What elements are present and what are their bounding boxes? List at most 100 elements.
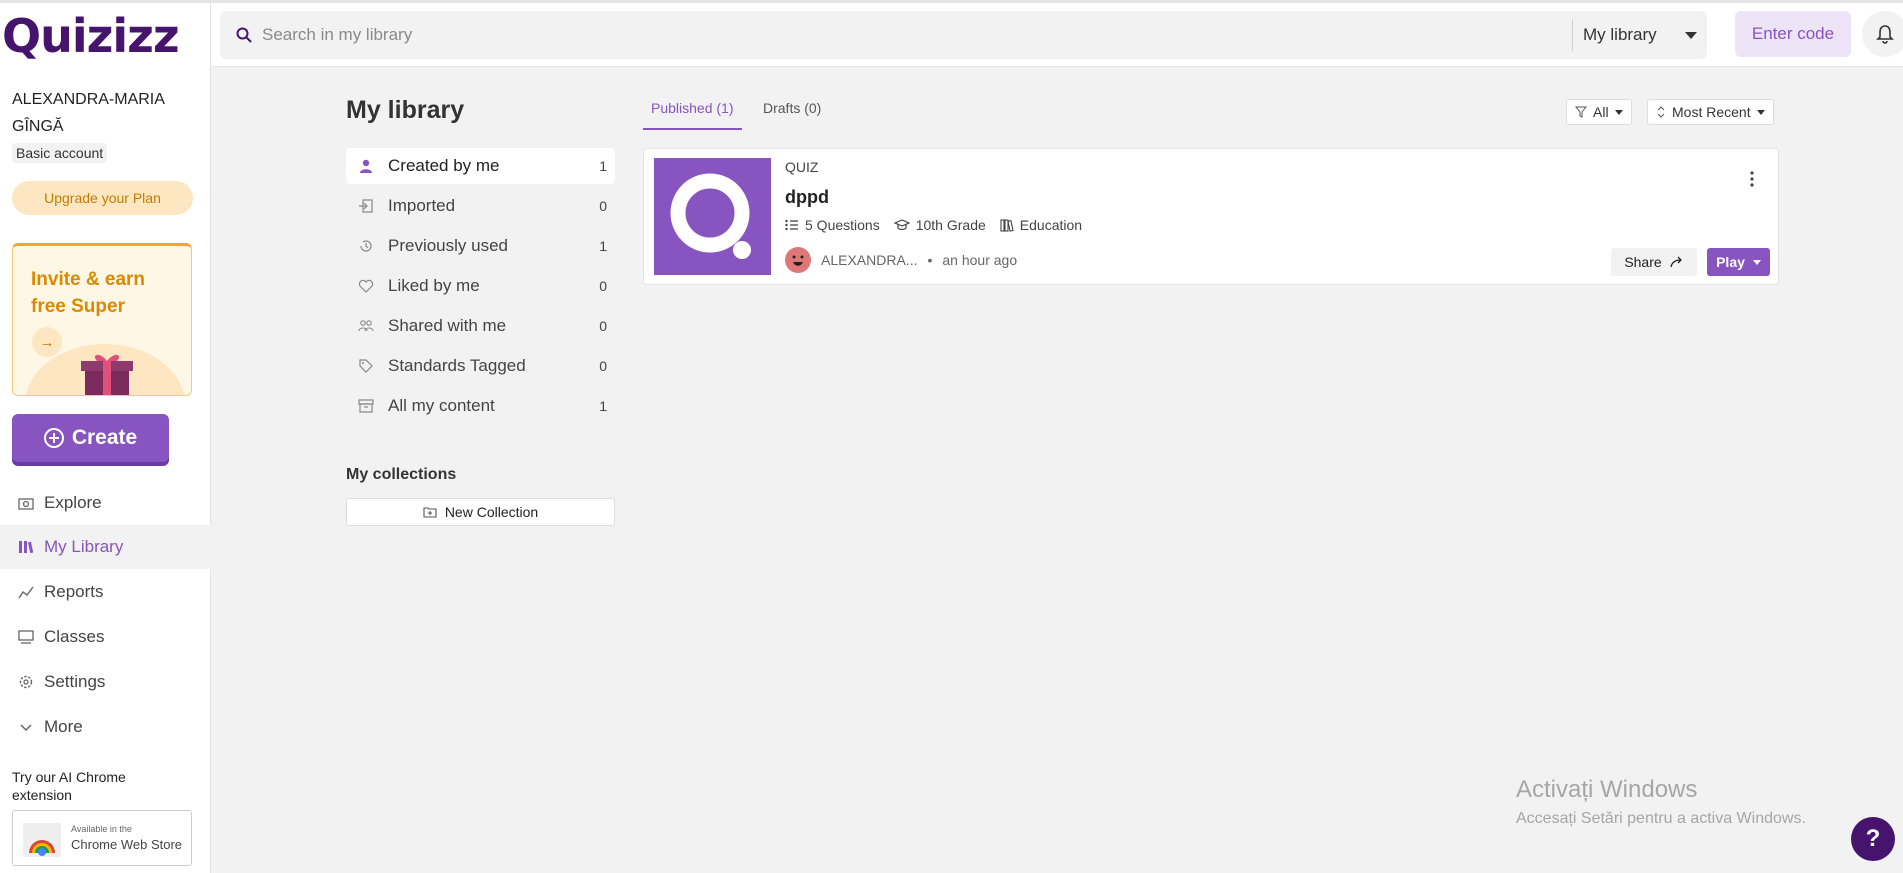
search-bar[interactable]: My library (220, 11, 1707, 59)
quizizz-logo[interactable]: Quizizz (2, 9, 180, 63)
questions-count: 5 Questions (805, 217, 880, 233)
gift-icon (81, 354, 133, 395)
filter-all-label: All (1593, 104, 1609, 120)
heart-icon (358, 279, 374, 293)
filter-created-by-me[interactable]: Created by me 1 (346, 148, 615, 184)
filter-count: 1 (599, 398, 607, 414)
sidebar-item-more[interactable]: More (0, 705, 211, 749)
upgrade-plan-button[interactable]: Upgrade your Plan (12, 181, 193, 215)
quiz-card[interactable]: QUIZ dppd 5 Questions 10th Grade Educati… (643, 148, 1779, 285)
new-collection-label: New Collection (444, 504, 539, 520)
filter-label: Created by me (388, 156, 500, 175)
filter-standards-tagged[interactable]: Standards Tagged 0 (346, 348, 615, 384)
filter-liked-by-me[interactable]: Liked by me 0 (346, 268, 615, 304)
create-label: Create (71, 426, 138, 449)
more-options-icon[interactable] (1750, 171, 1754, 187)
explore-icon (18, 498, 34, 510)
chevron-down-icon (1685, 32, 1697, 39)
questions-meta: 5 Questions (785, 217, 880, 233)
windows-activation-subtitle: Accesați Setări pentru a activa Windows. (1516, 810, 1806, 827)
sidebar-item-explore[interactable]: Explore (0, 481, 211, 525)
bell-icon (1876, 25, 1894, 44)
author-name[interactable]: ALEXANDRA... (821, 252, 917, 268)
sidebar-item-label: More (44, 717, 83, 736)
user-name: ALEXANDRA-MARIA GÎNGĂ (12, 91, 165, 135)
quiz-timestamp: an hour ago (942, 252, 1018, 268)
quiz-title[interactable]: dppd (785, 187, 829, 208)
reports-icon (18, 586, 34, 599)
share-arrow-icon (1670, 256, 1682, 268)
share-button[interactable]: Share (1611, 248, 1697, 276)
play-button[interactable]: Play (1707, 248, 1770, 276)
meta-separator: • (927, 252, 933, 268)
sidebar-item-settings[interactable]: Settings (0, 660, 211, 704)
filter-count: 1 (599, 158, 607, 174)
create-button[interactable]: Create (12, 414, 169, 462)
tab-drafts[interactable]: Drafts (0) (763, 100, 821, 130)
sidebar-item-label: Classes (44, 627, 105, 646)
quiz-meta: 5 Questions 10th Grade Education (785, 217, 1082, 233)
filter-all-my-content[interactable]: All my content 1 (346, 388, 615, 424)
search-scope-label: My library (1583, 25, 1657, 44)
arrow-right-icon[interactable]: → (32, 327, 62, 357)
help-button[interactable]: ? (1851, 817, 1895, 861)
search-scope-dropdown[interactable]: My library (1572, 19, 1707, 51)
chevron-down-icon (1756, 109, 1765, 115)
sidebar-item-label: Settings (44, 672, 106, 691)
sidebar-item-reports[interactable]: Reports (0, 570, 211, 614)
sort-label: Most Recent (1672, 104, 1751, 120)
chrome-extension-promo: Try our AI Chrome extension (12, 769, 126, 803)
filter-label: Liked by me (388, 276, 480, 295)
tag-icon (359, 359, 373, 373)
chrome-web-store-badge[interactable]: Available in the Chrome Web Store (12, 810, 192, 866)
chrome-logo-icon (23, 823, 61, 857)
sidebar-item-label: Reports (44, 582, 104, 601)
filter-icon (1575, 106, 1587, 118)
sort-icon (1657, 106, 1665, 118)
filter-shared-with-me[interactable]: Shared with me 0 (346, 308, 615, 344)
plus-circle-icon (43, 428, 64, 448)
quiz-type-label: QUIZ (785, 159, 819, 175)
filter-count: 0 (599, 278, 607, 294)
filter-previously-used[interactable]: Previously used 1 (346, 228, 615, 264)
store-badge-small: Available in the (71, 824, 132, 834)
library-icon (19, 541, 34, 554)
chevron-down-icon[interactable] (1752, 259, 1761, 265)
sidebar-item-my-library[interactable]: My Library (0, 525, 211, 569)
invite-earn-card[interactable]: Invite & earn free Super → (12, 243, 192, 396)
new-collection-button[interactable]: New Collection (346, 498, 615, 526)
filter-all-dropdown[interactable]: All (1566, 99, 1632, 125)
archive-icon (358, 399, 374, 413)
search-icon (236, 27, 252, 43)
sidebar-item-label: My Library (44, 537, 124, 556)
chevron-down-icon (1614, 109, 1623, 115)
quiz-thumbnail[interactable] (654, 158, 771, 275)
filter-count: 1 (599, 238, 607, 254)
page-title: My library (346, 96, 465, 124)
enter-code-button[interactable]: Enter code (1735, 11, 1851, 57)
user-icon (360, 159, 372, 173)
chevron-down-icon (20, 724, 32, 732)
play-label: Play (1716, 254, 1745, 270)
sidebar-item-classes[interactable]: Classes (0, 615, 211, 659)
quizizz-q-logo (670, 173, 751, 259)
filter-imported[interactable]: Imported 0 (346, 188, 615, 224)
filter-label: All my content (388, 396, 495, 415)
share-label: Share (1624, 254, 1662, 270)
search-input[interactable] (262, 11, 1562, 59)
subject-meta: Education (1000, 217, 1082, 233)
filter-count: 0 (599, 358, 607, 374)
quiz-author: ALEXANDRA... • an hour ago (785, 247, 1017, 273)
sidebar-item-label: Explore (44, 493, 102, 512)
tab-published[interactable]: Published (1) (643, 100, 742, 130)
store-badge-big: Chrome Web Store (71, 837, 183, 852)
filter-label: Shared with me (388, 316, 507, 335)
notifications-button[interactable] (1862, 11, 1903, 57)
sidebar: Quizizz ALEXANDRA-MARIA GÎNGĂ Basic acco… (0, 3, 211, 873)
import-icon (359, 199, 373, 213)
filter-label: Imported (388, 196, 456, 215)
sort-dropdown[interactable]: Most Recent (1647, 99, 1774, 125)
grade-meta: 10th Grade (893, 217, 986, 233)
filter-label: Standards Tagged (388, 356, 526, 375)
history-icon (360, 240, 372, 252)
